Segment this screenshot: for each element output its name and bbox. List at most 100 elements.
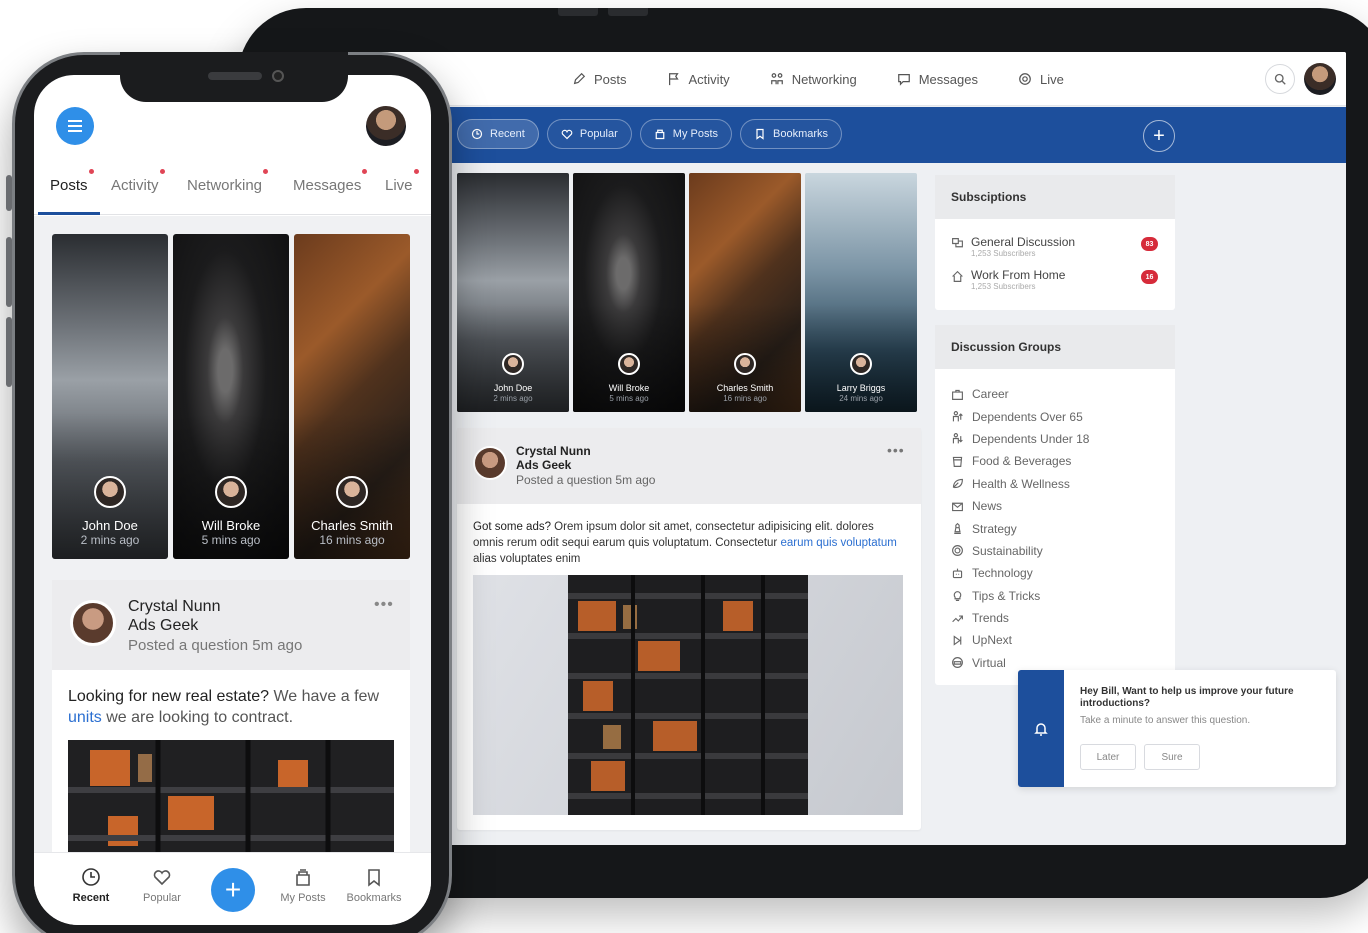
group-label: UpNext xyxy=(972,633,1013,648)
tab-label: Activity xyxy=(111,177,159,194)
post-lead: Looking for new real estate? xyxy=(68,688,270,705)
subscription-item[interactable]: General Discussion 1,253 Subscribers 83 xyxy=(935,235,1175,268)
tab-posts[interactable]: Posts xyxy=(50,169,94,194)
nav-label: Live xyxy=(1039,71,1064,87)
tab-label: Messages xyxy=(293,177,362,194)
menu-button[interactable] xyxy=(56,107,94,145)
filter-pills: Recent Popular My Posts Bookmarks xyxy=(457,119,843,149)
building-photo xyxy=(68,740,394,860)
story-card[interactable]: Will Broke 5 mins ago xyxy=(173,234,289,559)
nav-item-live[interactable]: Live xyxy=(1018,72,1064,87)
nav-item-activity[interactable]: Activity xyxy=(667,72,730,87)
person-down-icon xyxy=(952,433,963,444)
phone-tabs: Posts Activity Networking Messages Live xyxy=(34,167,431,215)
bottom-nav-bookmarks[interactable]: Bookmarks xyxy=(339,867,409,904)
story-avatar xyxy=(94,476,126,508)
add-post-button[interactable]: + xyxy=(211,868,255,912)
post-body: Looking for new real estate? We have a f… xyxy=(68,686,394,728)
user-avatar[interactable] xyxy=(1304,63,1336,95)
group-item-sustainability[interactable]: Sustainability xyxy=(951,540,1175,562)
group-item-dependents-over-65[interactable]: Dependents Over 65 xyxy=(951,405,1175,427)
phone-speaker xyxy=(208,72,262,80)
filter-my-posts[interactable]: My Posts xyxy=(639,119,733,149)
group-item-technology[interactable]: Technology xyxy=(951,562,1175,584)
group-label: Health & Wellness xyxy=(972,476,1070,491)
more-options-icon[interactable]: ••• xyxy=(887,442,905,458)
robot-icon xyxy=(952,568,963,578)
filter-bookmarks[interactable]: Bookmarks xyxy=(740,119,843,149)
nav-item-posts[interactable]: Posts xyxy=(572,72,627,87)
group-item-tips-tricks[interactable]: Tips & Tricks xyxy=(951,585,1175,607)
post-author-role: Ads Geek xyxy=(128,617,199,634)
post-lead: Got some ads? xyxy=(473,521,551,533)
add-post-button[interactable]: + xyxy=(1143,120,1175,152)
group-item-food-beverages[interactable]: Food & Beverages xyxy=(951,450,1175,472)
nav-item-messages[interactable]: Messages xyxy=(897,72,978,87)
phone-notch xyxy=(120,52,348,102)
nav-label: Networking xyxy=(791,71,857,87)
notification-dot xyxy=(413,169,419,174)
subscription-item[interactable]: Work From Home 1,253 Subscribers 16 xyxy=(935,268,1175,301)
post-link[interactable]: units xyxy=(68,709,102,726)
discussion-groups-title: Discussion Groups xyxy=(935,325,1175,369)
group-item-news[interactable]: News xyxy=(951,495,1175,517)
tab-activity[interactable]: Activity xyxy=(111,169,165,194)
tab-live[interactable]: Live xyxy=(385,169,419,194)
story-card[interactable]: Charles Smith 16 mins ago xyxy=(689,173,801,412)
bottom-nav-recent[interactable]: Recent xyxy=(56,867,126,904)
group-label: Virtual xyxy=(972,655,1006,670)
group-item-career[interactable]: Career xyxy=(951,383,1175,405)
search-icon xyxy=(1274,73,1286,85)
group-item-upnext[interactable]: UpNext xyxy=(951,629,1175,651)
sure-button[interactable]: Sure xyxy=(1144,744,1200,770)
bottom-nav-popular[interactable]: Popular xyxy=(127,867,197,904)
post-author-avatar[interactable] xyxy=(70,600,116,646)
user-avatar[interactable] xyxy=(366,106,406,146)
notification-dot xyxy=(362,169,368,174)
active-tab-indicator xyxy=(38,212,100,215)
tab-networking[interactable]: Networking xyxy=(187,169,269,194)
group-item-health-wellness[interactable]: Health & Wellness xyxy=(951,473,1175,495)
heart-icon xyxy=(153,870,171,886)
post-link[interactable]: earum quis voluptatum xyxy=(780,537,896,549)
story-card[interactable]: Charles Smith 16 mins ago xyxy=(294,234,410,559)
later-button[interactable]: Later xyxy=(1080,744,1136,770)
post-author-name[interactable]: Crystal Nunn xyxy=(128,598,220,616)
story-time: 16 mins ago xyxy=(723,394,767,403)
filter-popular[interactable]: Popular xyxy=(546,119,632,149)
post-image[interactable] xyxy=(473,575,903,815)
tab-messages[interactable]: Messages xyxy=(293,169,368,194)
group-item-dependents-under-18[interactable]: Dependents Under 18 xyxy=(951,428,1175,450)
bookmark-icon xyxy=(368,869,380,887)
story-card[interactable]: John Doe 2 mins ago xyxy=(457,173,569,412)
group-label: Sustainability xyxy=(972,543,1043,558)
post-author-avatar[interactable] xyxy=(473,446,507,480)
group-item-strategy[interactable]: Strategy xyxy=(951,517,1175,539)
more-options-icon[interactable]: ••• xyxy=(374,596,394,614)
notification-dot xyxy=(88,169,94,174)
bottom-nav: Recent Popular + My Posts Bookmarks xyxy=(34,852,431,925)
story-avatar xyxy=(850,353,872,375)
unread-badge: 16 xyxy=(1141,270,1158,284)
post-author-name[interactable]: Crystal Nunn xyxy=(516,444,591,458)
story-card[interactable]: John Doe 2 mins ago xyxy=(52,234,168,559)
filter-recent[interactable]: Recent xyxy=(457,119,539,149)
filter-label: Recent xyxy=(490,128,525,140)
flag-icon xyxy=(668,73,679,86)
story-card[interactable]: Larry Briggs 24 mins ago xyxy=(805,173,917,412)
subscriptions-list: General Discussion 1,253 Subscribers 83 … xyxy=(935,219,1175,301)
bottom-nav-my-posts[interactable]: My Posts xyxy=(268,867,338,904)
unread-badge: 83 xyxy=(1141,237,1158,251)
subscription-count: 1,253 Subscribers xyxy=(971,282,1036,291)
group-item-trends[interactable]: Trends xyxy=(951,607,1175,629)
post-author-role: Ads Geek xyxy=(516,458,572,472)
notification-dot xyxy=(159,169,165,174)
post-image[interactable] xyxy=(68,740,394,860)
nav-item-networking[interactable]: Networking xyxy=(770,72,857,87)
phone-camera xyxy=(272,70,284,82)
phone-screen: Posts Activity Networking Messages Live … xyxy=(34,75,431,925)
discussion-groups-list: Career Dependents Over 65 Dependents Und… xyxy=(935,369,1175,674)
search-button[interactable] xyxy=(1265,64,1295,94)
story-card[interactable]: Will Broke 5 mins ago xyxy=(573,173,685,412)
pencil-icon xyxy=(573,72,586,85)
